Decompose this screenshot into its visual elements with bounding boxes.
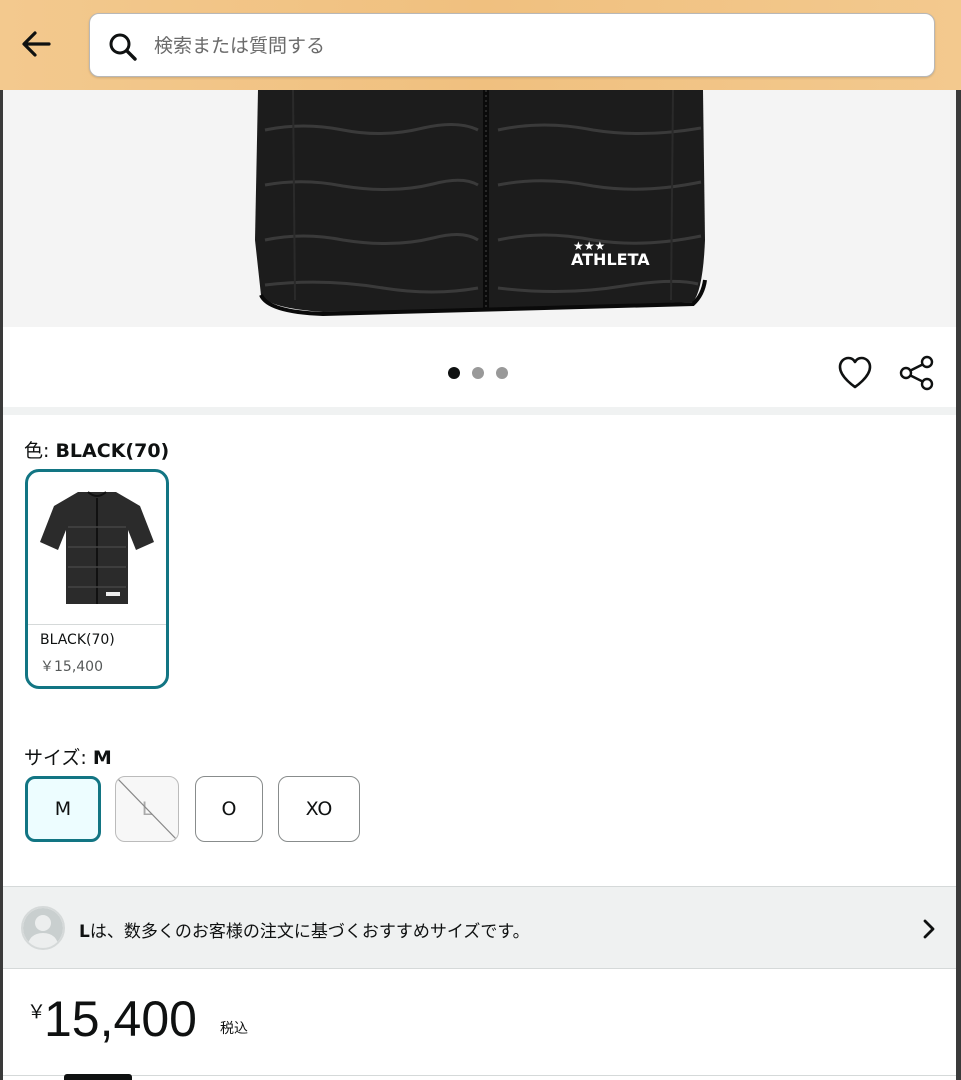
carousel-dots[interactable] <box>448 367 508 379</box>
size-option-label: M <box>54 798 72 820</box>
recommendation-message: は、数多くのお客様の注文に基づくおすすめサイズです。 <box>89 922 530 942</box>
top-search-bar <box>0 0 961 90</box>
color-label-text: 色: <box>24 440 56 462</box>
avatar-icon <box>21 906 65 950</box>
bottom-tab-indicator <box>64 1074 132 1080</box>
carousel-dot-2[interactable] <box>472 367 484 379</box>
arrow-left-icon <box>22 31 51 57</box>
size-recommendation[interactable]: Lは、数多くのお客様の注文に基づくおすすめサイズです。 <box>3 886 956 969</box>
swatch-jacket-thumbnail <box>40 491 154 604</box>
back-button[interactable] <box>14 22 58 66</box>
recommended-size: L <box>79 922 90 942</box>
athleta-logo: ATHLETA <box>571 250 650 269</box>
search-input[interactable] <box>152 14 916 78</box>
chevron-right-icon <box>923 919 935 939</box>
color-selected-value: BLACK(70) <box>55 440 170 462</box>
bottom-divider <box>3 1075 956 1076</box>
carousel-dot-3[interactable] <box>496 367 508 379</box>
share-icon[interactable] <box>898 354 936 392</box>
search-box[interactable] <box>89 13 935 78</box>
size-option-label: O <box>221 798 237 820</box>
product-image[interactable]: ★★★ ATHLETA <box>3 90 956 327</box>
carousel-dot-1[interactable] <box>448 367 460 379</box>
swatch-name: BLACK(70) <box>40 632 115 648</box>
swatch-separator <box>28 624 166 625</box>
size-option-l[interactable]: L <box>115 776 179 842</box>
swatch-logo-mark <box>106 592 120 596</box>
price-tax-label: 税込 <box>220 1021 248 1037</box>
size-option-m[interactable]: M <box>25 776 101 842</box>
size-selected-value: M <box>92 747 112 769</box>
right-frame <box>956 90 961 1080</box>
size-option-o[interactable]: O <box>195 776 263 842</box>
recommendation-text: Lは、数多くのお客様の注文に基づくおすすめサイズです。 <box>79 917 530 942</box>
size-label-text: サイズ: <box>24 747 93 769</box>
heart-icon[interactable] <box>836 354 874 392</box>
unavailable-strike-icon <box>116 777 178 841</box>
jacket-image: ★★★ ATHLETA <box>255 90 707 317</box>
price-amount: 15,400 <box>44 991 197 1047</box>
color-label: 色: BLACK(70) <box>24 436 169 463</box>
search-icon <box>109 33 137 61</box>
left-frame <box>0 90 3 1080</box>
swatch-price: ￥15,400 <box>40 659 103 675</box>
size-option-label: XO <box>305 798 333 820</box>
color-swatch-black[interactable]: BLACK(70) ￥15,400 <box>25 469 169 689</box>
section-divider <box>3 407 956 415</box>
size-option-xo[interactable]: XO <box>278 776 360 842</box>
size-label: サイズ: M <box>24 743 112 770</box>
